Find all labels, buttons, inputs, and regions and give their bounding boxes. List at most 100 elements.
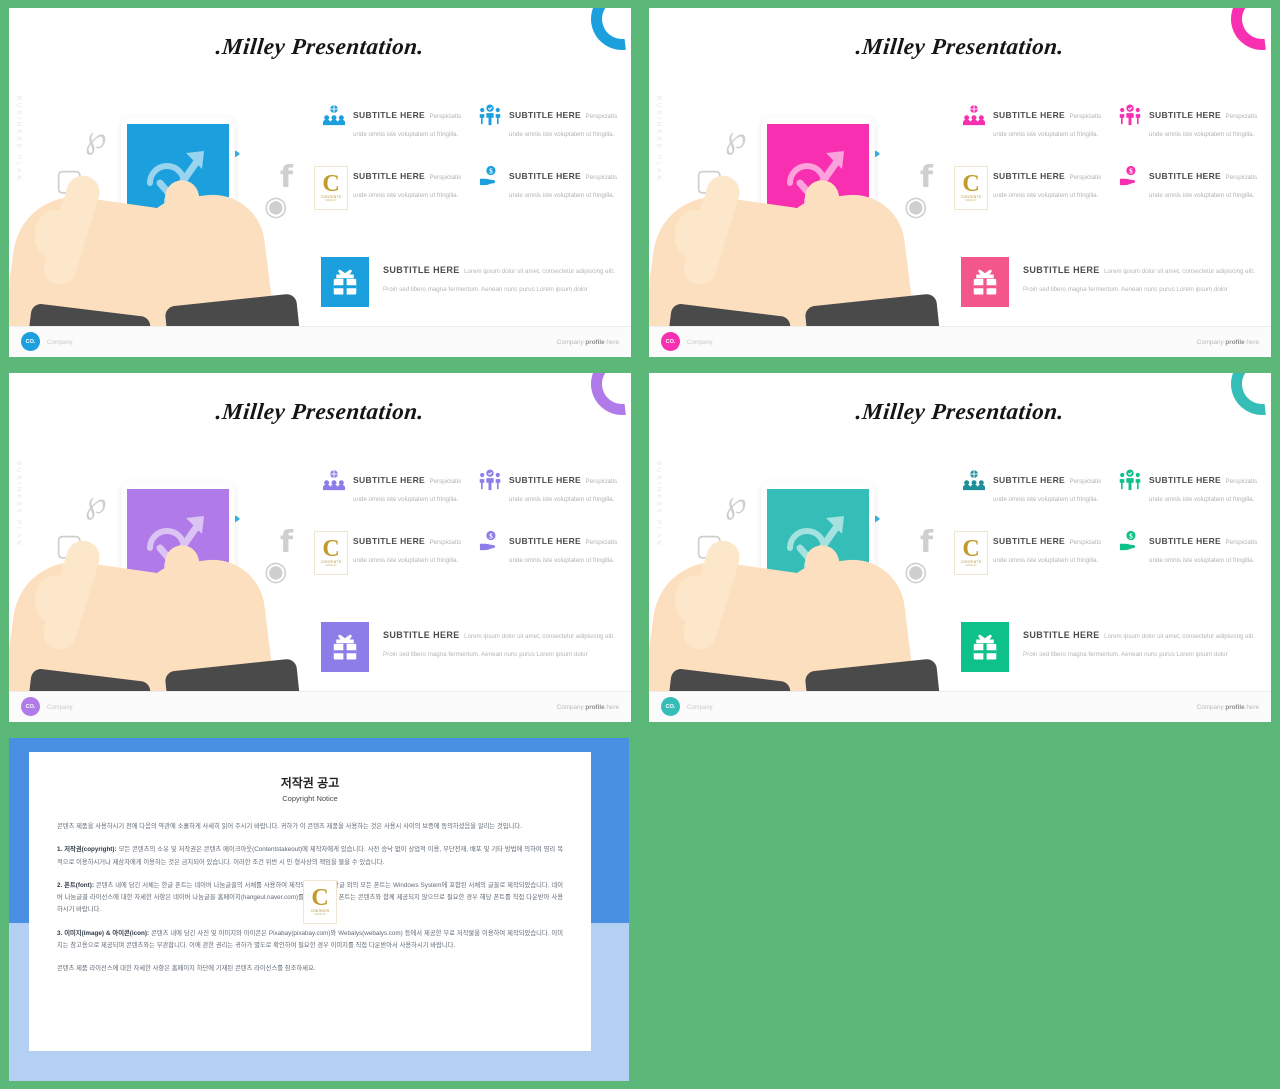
slide-title: .Milley Presentation.	[854, 399, 1066, 424]
copyright-item: 1. 저작권(copyright): 모든 콘텐츠의 소유 및 저작권은 콘텐츠…	[57, 844, 563, 869]
feature-text: SUBTITLE HERE Perspiciatis unde omnis is…	[353, 469, 465, 506]
slide-canvas-teal: .Milley Presentation. BUSINESS PLAN 🐦 ℘ …	[649, 373, 1271, 722]
facebook-icon: f	[920, 160, 934, 195]
hand-coin-icon: $	[477, 530, 502, 555]
feature-title: SUBTITLE HERE	[993, 171, 1066, 181]
feature-text: SUBTITLE HERE Perspiciatis unde omnis is…	[509, 469, 621, 506]
watermark-sub2: MADE IN	[325, 564, 337, 568]
feature-text: SUBTITLE HERE Perspiciatis unde omnis is…	[509, 104, 621, 141]
slide-cell-copyright[interactable]: 저작권 공고 Copyright Notice 콘텐츠 제품을 사용하시기 전에…	[0, 730, 640, 1089]
global-team-icon	[321, 469, 346, 494]
footer-right-text: Company profile here	[1197, 339, 1259, 346]
footer-left-text: Company	[47, 705, 73, 711]
feature-text: SUBTITLE HERE Perspiciatis unde omnis is…	[1149, 530, 1261, 567]
verified-team-icon	[1117, 104, 1142, 129]
feature-list: SUBTITLE HERE Perspiciatis unde omnis is…	[961, 469, 1261, 678]
wide-feature-item[interactable]: SUBTITLE HERE Lorem ipsum dolor sit amet…	[961, 622, 1261, 672]
copyright-item-heading: 3. 이미지(image) & 아이콘(icon):	[57, 929, 150, 937]
wide-feature-item[interactable]: SUBTITLE HERE Lorem ipsum dolor sit amet…	[961, 257, 1261, 307]
company-logo[interactable]: CO.	[661, 697, 680, 716]
footer-band	[649, 692, 1271, 722]
c-letter-glyph: C	[962, 535, 980, 562]
footer-pre: Company	[556, 704, 586, 711]
slide-canvas-purple: .Milley Presentation. BUSINESS PLAN 🐦 ℘ …	[9, 373, 631, 722]
wide-feature-text: SUBTITLE HERE Lorem ipsum dolor sit amet…	[1023, 257, 1261, 296]
wide-feature-item[interactable]: SUBTITLE HERE Lorem ipsum dolor sit amet…	[321, 622, 621, 672]
footer-left-text: Company	[47, 340, 73, 346]
feature-list: SUBTITLE HERE Perspiciatis unde omnis is…	[961, 104, 1261, 313]
feature-title: SUBTITLE HERE	[993, 110, 1066, 120]
pinterest-icon: ℘	[725, 120, 747, 156]
feature-item[interactable]: SUBTITLE HERE Perspiciatis unde omnis is…	[961, 104, 1105, 141]
c-letter-glyph: C	[311, 884, 329, 911]
feature-text: SUBTITLE HERE Perspiciatis unde omnis is…	[993, 104, 1105, 141]
feature-item[interactable]: SUBTITLE HERE Perspiciatis unde omnis is…	[477, 104, 621, 141]
feature-item[interactable]: SUBTITLE HERE Perspiciatis unde omnis is…	[321, 104, 465, 141]
slide-blue[interactable]: .Milley Presentation. BUSINESS PLAN 🐦 ℘ …	[9, 8, 631, 357]
footer-pre: Company	[556, 339, 586, 346]
feature-text: SUBTITLE HERE Perspiciatis unde omnis is…	[509, 530, 621, 567]
company-logo[interactable]: CO.	[661, 332, 680, 351]
feature-item[interactable]: SUBTITLE HERE Perspiciatis unde omnis is…	[321, 469, 465, 506]
footer-right-text: Company profile here	[557, 339, 619, 346]
watermark-sub2: MADE IN	[314, 913, 326, 917]
slide-cell-purple[interactable]: .Milley Presentation. BUSINESS PLAN 🐦 ℘ …	[0, 365, 640, 730]
feature-item[interactable]: $ SUBTITLE HERE Perspiciatis unde omnis …	[477, 530, 621, 567]
copyright-watermark: C CONTENTS MADE IN	[954, 166, 988, 210]
verified-team-icon	[477, 469, 502, 494]
global-team-icon	[961, 469, 986, 494]
feature-title: SUBTITLE HERE	[509, 110, 582, 120]
feature-text: SUBTITLE HERE Perspiciatis unde omnis is…	[993, 530, 1105, 567]
slide-canvas-pink: .Milley Presentation. BUSINESS PLAN 🐦 ℘ …	[649, 8, 1271, 357]
feature-item[interactable]: SUBTITLE HERE Perspiciatis unde omnis is…	[1117, 104, 1261, 141]
svg-text:$: $	[1129, 167, 1133, 176]
feature-text: SUBTITLE HERE Perspiciatis unde omnis is…	[993, 165, 1105, 202]
feature-title: SUBTITLE HERE	[509, 536, 582, 546]
wide-feature-text: SUBTITLE HERE Lorem ipsum dolor sit amet…	[1023, 622, 1261, 661]
feature-item[interactable]: SUBTITLE HERE Perspiciatis unde omnis is…	[961, 469, 1105, 506]
slide-title: .Milley Presentation.	[214, 34, 426, 59]
slide-title: .Milley Presentation.	[854, 34, 1066, 59]
feature-item[interactable]: SUBTITLE HERE Perspiciatis unde omnis is…	[1117, 469, 1261, 506]
feature-text: SUBTITLE HERE Perspiciatis unde omnis is…	[993, 469, 1105, 506]
feature-item[interactable]: $ SUBTITLE HERE Perspiciatis unde omnis …	[1117, 165, 1261, 202]
wide-feature-item[interactable]: SUBTITLE HERE Lorem ipsum dolor sit amet…	[321, 257, 621, 307]
footer-divider	[649, 691, 1271, 692]
phone-hands-illustration: 🐦 ℘ ▢ in f ◉	[649, 453, 957, 722]
copyright-watermark: C CONTENTS MADE IN	[314, 166, 348, 210]
feature-list: SUBTITLE HERE Perspiciatis unde omnis is…	[321, 104, 621, 313]
copyright-item-heading: 1. 저작권(copyright):	[57, 846, 117, 854]
pinterest-icon: ℘	[725, 485, 747, 521]
footer-post: here	[1244, 704, 1259, 711]
feature-text: SUBTITLE HERE Perspiciatis unde omnis is…	[353, 104, 465, 141]
footer-bold: profile	[585, 704, 605, 711]
copyright-watermark: C CONTENTS MADE IN	[314, 531, 348, 575]
slide-canvas-blue: .Milley Presentation. BUSINESS PLAN 🐦 ℘ …	[9, 8, 631, 357]
company-logo[interactable]: CO.	[21, 697, 40, 716]
feature-item[interactable]: $ SUBTITLE HERE Perspiciatis unde omnis …	[1117, 530, 1261, 567]
hand-coin-icon: $	[1117, 165, 1142, 190]
footer-pre: Company	[1196, 339, 1226, 346]
feature-title: SUBTITLE HERE	[1149, 536, 1222, 546]
feature-item[interactable]: SUBTITLE HERE Perspiciatis unde omnis is…	[477, 469, 621, 506]
slide-teal[interactable]: .Milley Presentation. BUSINESS PLAN 🐦 ℘ …	[649, 373, 1271, 722]
wide-feature-title: SUBTITLE HERE	[383, 265, 460, 275]
slide-purple[interactable]: .Milley Presentation. BUSINESS PLAN 🐦 ℘ …	[9, 373, 631, 722]
footer-band	[9, 327, 631, 357]
slide-cell-blue[interactable]: .Milley Presentation. BUSINESS PLAN 🐦 ℘ …	[0, 0, 640, 365]
phone-hands-illustration: 🐦 ℘ ▢ in f ◉	[9, 88, 317, 357]
slide-cell-pink[interactable]: .Milley Presentation. BUSINESS PLAN 🐦 ℘ …	[640, 0, 1280, 365]
feature-title: SUBTITLE HERE	[509, 171, 582, 181]
feature-item[interactable]: $ SUBTITLE HERE Perspiciatis unde omnis …	[477, 165, 621, 202]
copyright-watermark: C CONTENTS MADE IN	[954, 531, 988, 575]
feature-title: SUBTITLE HERE	[1149, 110, 1222, 120]
feature-title: SUBTITLE HERE	[1149, 171, 1222, 181]
slide-pink[interactable]: .Milley Presentation. BUSINESS PLAN 🐦 ℘ …	[649, 8, 1271, 357]
slide-cell-teal[interactable]: .Milley Presentation. BUSINESS PLAN 🐦 ℘ …	[640, 365, 1280, 730]
facebook-icon: f	[280, 160, 294, 195]
footer-bold: profile	[1225, 704, 1245, 711]
phone-hands-illustration: 🐦 ℘ ▢ in f ◉	[649, 88, 957, 357]
facebook-icon: f	[920, 525, 934, 560]
feature-title: SUBTITLE HERE	[993, 475, 1066, 485]
company-logo[interactable]: CO.	[21, 332, 40, 351]
